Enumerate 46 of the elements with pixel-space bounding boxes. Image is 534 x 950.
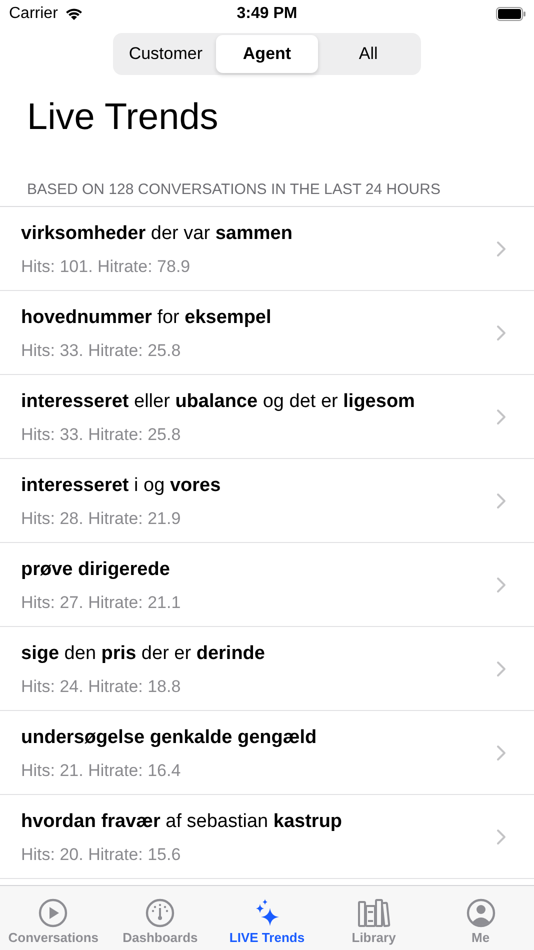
chevron-icon <box>496 744 506 760</box>
trend-phrase: prøve dirigerede <box>21 558 170 580</box>
trend-row[interactable]: sige den pris der er derinde Hits: 24. Hitrate: 18.8 <box>0 627 534 711</box>
trend-stats: Hits: 33. Hitrate: 25.8 <box>21 340 181 360</box>
chevron-icon <box>496 408 506 424</box>
segment-tab[interactable]: Customer <box>115 35 216 73</box>
trend-phrase: interesseret i og vores <box>21 474 221 496</box>
trend-stats: Hits: 21. Hitrate: 16.4 <box>21 760 181 780</box>
trend-row[interactable]: prøve dirigerede Hits: 27. Hitrate: 21.1 <box>0 543 534 627</box>
trend-row[interactable]: interesseret eller ubalance og det er ligesom Hits: 33. Hitrate: 25.8 <box>0 375 534 459</box>
play-circle-icon <box>38 898 68 928</box>
segment-tab[interactable]: Agent <box>216 35 318 73</box>
trend-row[interactable]: undersøgelse genkalde gengæld Hits: 21. Hitrate: 16.4 <box>0 711 534 795</box>
chevron-icon <box>496 492 506 508</box>
trend-phrase: interesseret eller ubalance og det er ligesom <box>21 390 415 412</box>
trend-stats: Hits: 101. Hitrate: 78.9 <box>21 256 190 276</box>
chevron-icon <box>496 828 506 844</box>
trend-row[interactable]: hovednummer for eksempel Hits: 33. Hitrate: 25.8 <box>0 291 534 375</box>
chevron-icon <box>496 324 506 340</box>
trend-stats: Hits: 24. Hitrate: 18.8 <box>21 676 181 696</box>
trend-phrase: undersøgelse genkalde gengæld <box>21 726 317 748</box>
books-icon <box>356 898 391 928</box>
gauge-icon <box>145 898 176 928</box>
battery-icon <box>496 7 526 21</box>
trend-stats: Hits: 27. Hitrate: 21.1 <box>21 592 181 612</box>
chevron-icon <box>496 240 506 256</box>
section-header: BASED ON 128 CONVERSATIONS IN THE LAST 24 HOURS <box>0 181 534 207</box>
chevron-icon <box>496 576 506 592</box>
chevron-icon <box>496 660 506 676</box>
trend-row[interactable]: interesseret i og vores Hits: 28. Hitrate: 21.9 <box>0 459 534 543</box>
trend-stats: Hits: 33. Hitrate: 25.8 <box>21 424 181 444</box>
trend-phrase: sige den pris der er derinde <box>21 642 265 664</box>
wifi-icon <box>64 7 84 21</box>
carrier-label: Carrier <box>9 5 58 23</box>
tab-bar-item[interactable]: LIVE Trends <box>214 886 320 950</box>
trend-row[interactable]: hvordan fravær af sebastian kastrup Hits: 20. Hitrate: 15.6 <box>0 795 534 879</box>
segment-tab[interactable]: All <box>318 35 419 73</box>
page-title: Live Trends <box>27 95 220 139</box>
trend-phrase: hovednummer for eksempel <box>21 306 272 328</box>
trend-phrase: hvordan fravær af sebastian kastrup <box>21 810 342 832</box>
trend-row[interactable]: virksomheder der var sammen Hits: 101. Hitrate: 78.9 <box>0 207 534 291</box>
person-circle-icon <box>466 898 496 928</box>
status-time: 3:49 PM <box>236 5 298 23</box>
trend-phrase: virksomheder der var sammen <box>21 222 292 244</box>
trend-stats: Hits: 28. Hitrate: 21.9 <box>21 508 181 528</box>
trend-stats: Hits: 20. Hitrate: 15.6 <box>21 844 181 864</box>
